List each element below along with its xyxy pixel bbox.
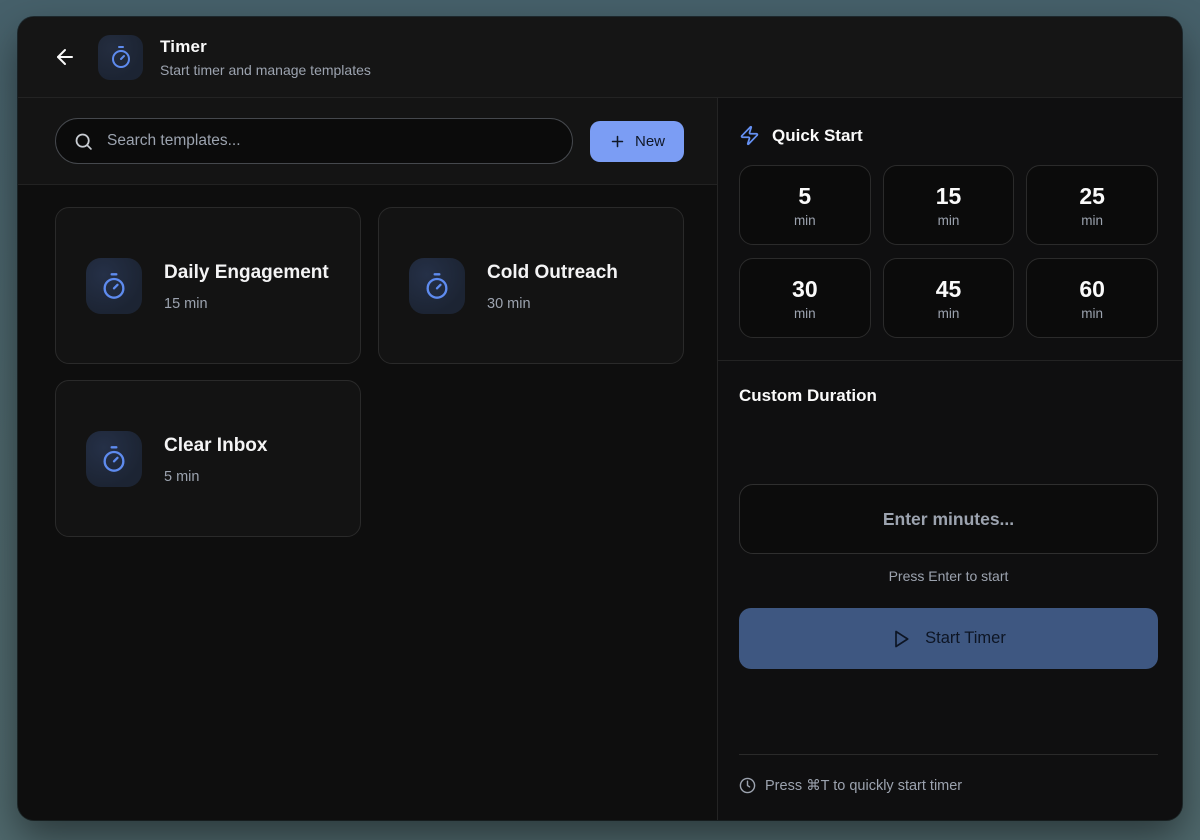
- preset-value: 5: [798, 183, 811, 210]
- new-button-label: New: [635, 133, 665, 150]
- template-name: Cold Outreach: [487, 259, 618, 287]
- quick-start-panel: Quick Start 5 min 15 min 25 min: [718, 98, 1182, 820]
- shortcut-footer: Press ⌘T to quickly start timer: [739, 754, 1158, 794]
- timer-icon: [100, 272, 128, 300]
- template-icon-bg: [409, 258, 465, 314]
- window-header: Timer Start timer and manage templates: [18, 17, 1182, 98]
- template-duration: 5 min: [164, 469, 267, 485]
- minutes-input[interactable]: [739, 484, 1158, 554]
- timer-icon: [100, 445, 128, 473]
- search-input-wrapper[interactable]: [55, 118, 573, 164]
- template-card-cold-outreach[interactable]: Cold Outreach 30 min: [378, 207, 684, 364]
- timer-app-icon: [98, 35, 143, 80]
- shortcut-hint-text: Press ⌘T to quickly start timer: [765, 778, 962, 794]
- timer-icon: [109, 45, 133, 69]
- preset-60-min[interactable]: 60 min: [1026, 258, 1158, 338]
- preset-value: 60: [1079, 276, 1105, 303]
- timer-icon: [423, 272, 451, 300]
- template-name: Clear Inbox: [164, 432, 267, 460]
- back-button[interactable]: [51, 43, 79, 71]
- search-icon: [73, 131, 94, 152]
- page-subtitle: Start timer and manage templates: [160, 62, 371, 78]
- preset-unit: min: [794, 213, 816, 228]
- zap-icon: [739, 125, 760, 146]
- page-title: Timer: [160, 37, 371, 57]
- templates-panel: New Daily Engagement 15 min: [18, 98, 718, 820]
- preset-5-min[interactable]: 5 min: [739, 165, 871, 245]
- search-toolbar: New: [18, 98, 717, 185]
- preset-45-min[interactable]: 45 min: [883, 258, 1015, 338]
- preset-25-min[interactable]: 25 min: [1026, 165, 1158, 245]
- preset-value: 15: [936, 183, 962, 210]
- start-timer-label: Start Timer: [925, 629, 1006, 648]
- preset-unit: min: [938, 213, 960, 228]
- play-icon: [891, 629, 911, 649]
- search-input[interactable]: [107, 132, 555, 150]
- preset-value: 30: [792, 276, 818, 303]
- preset-15-min[interactable]: 15 min: [883, 165, 1015, 245]
- preset-value: 45: [936, 276, 962, 303]
- template-icon-bg: [86, 431, 142, 487]
- new-template-button[interactable]: New: [590, 121, 684, 162]
- template-duration: 30 min: [487, 296, 618, 312]
- preset-unit: min: [938, 306, 960, 321]
- preset-30-min[interactable]: 30 min: [739, 258, 871, 338]
- preset-grid: 5 min 15 min 25 min 30 min: [739, 165, 1158, 338]
- template-name: Daily Engagement: [164, 259, 329, 287]
- arrow-left-icon: [53, 45, 77, 69]
- preset-unit: min: [1081, 213, 1103, 228]
- custom-duration-section: Custom Duration Press Enter to start Sta…: [718, 360, 1182, 820]
- plus-icon: [609, 133, 626, 150]
- custom-duration-title: Custom Duration: [739, 386, 1158, 406]
- preset-unit: min: [1081, 306, 1103, 321]
- clock-icon: [739, 777, 756, 794]
- timer-window: Timer Start timer and manage templates N…: [18, 17, 1182, 820]
- preset-unit: min: [794, 306, 816, 321]
- quick-start-title: Quick Start: [772, 126, 863, 146]
- template-grid: Daily Engagement 15 min Cold Outreach 30…: [18, 185, 717, 559]
- template-duration: 15 min: [164, 296, 329, 312]
- start-timer-button[interactable]: Start Timer: [739, 608, 1158, 669]
- template-card-clear-inbox[interactable]: Clear Inbox 5 min: [55, 380, 361, 537]
- preset-value: 25: [1079, 183, 1105, 210]
- template-card-daily-engagement[interactable]: Daily Engagement 15 min: [55, 207, 361, 364]
- enter-hint: Press Enter to start: [739, 568, 1158, 584]
- template-icon-bg: [86, 258, 142, 314]
